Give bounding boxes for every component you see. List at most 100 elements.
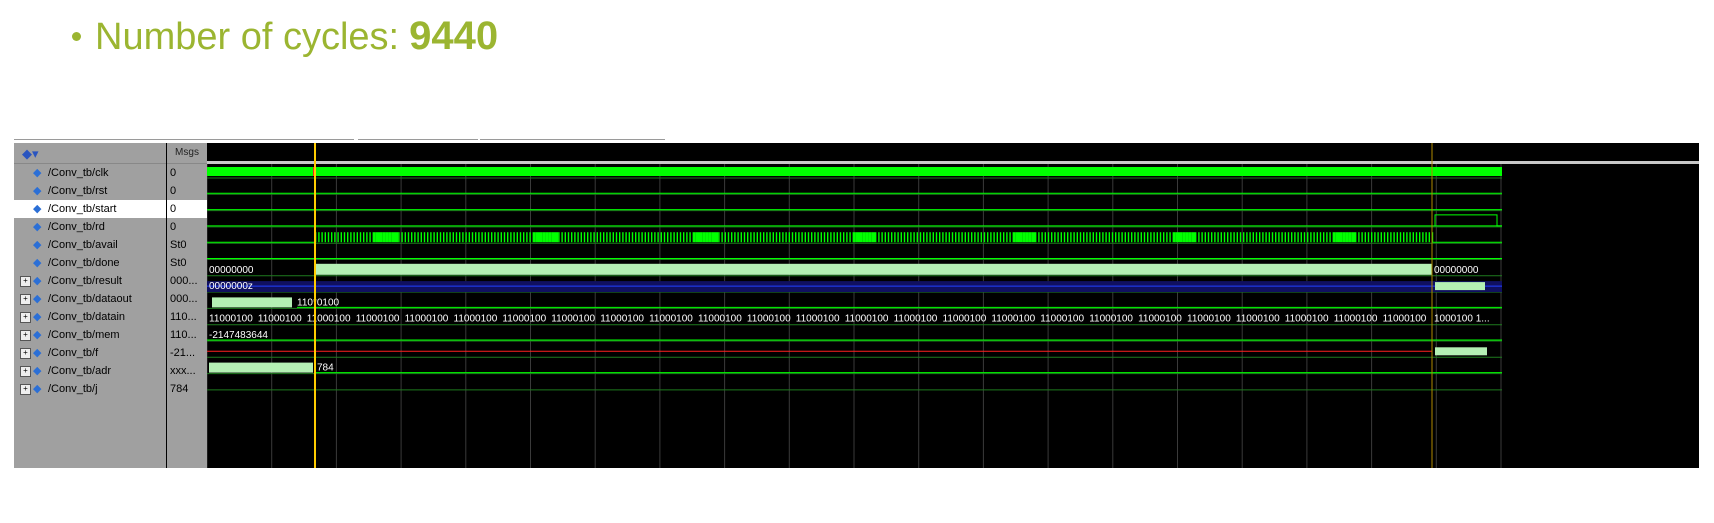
expand-icon[interactable]: + [20,329,31,341]
avail-pulse [1383,232,1386,243]
expand-icon[interactable]: + [20,347,31,359]
avail-pulse [577,232,579,243]
avail-pulse [1351,232,1355,243]
avail-pulse [939,232,941,243]
waveform-icon[interactable]: ◆▾ [22,146,39,162]
avail-pulse [529,232,531,243]
avail-pulse [967,232,970,243]
avail-pulse [494,232,496,243]
avail-pulse [1143,232,1146,243]
waveform-canvas[interactable]: 00000000 00000000 0000000z 110*0100 11000100… [207,143,1699,468]
avail-pulse [958,232,960,243]
avail-pulse [673,232,675,243]
signal-row[interactable]: + ◆ /Conv_tb/adr [14,362,166,380]
avail-pulse [881,232,883,243]
avail-pulse [1348,232,1352,243]
avail-pulse [894,232,896,243]
signal-value: St0 [170,257,187,269]
avail-pulse [1207,232,1210,243]
avail-pulse [385,232,389,243]
signal-name: /Conv_tb/result [48,275,122,287]
avail-pulse [369,232,371,243]
signal-row[interactable]: + ◆ /Conv_tb/datain [14,308,166,326]
avail-pulse [334,232,336,243]
avail-pulse [574,232,576,243]
avail-pulse [1380,232,1382,243]
signal-row[interactable]: ◆ /Conv_tb/rst [14,182,166,200]
signal-name: /Conv_tb/rd [48,221,105,233]
mem-cell-label: 11000100 [698,314,742,325]
signal-row[interactable]: + ◆ /Conv_tb/j [14,380,166,398]
avail-pulse [567,232,570,243]
avail-pulse [388,232,392,243]
avail-pulse [462,232,464,243]
avail-pulse [999,232,1002,243]
avail-pulse [609,232,611,243]
signal-row[interactable]: + ◆ /Conv_tb/result [14,272,166,290]
avail-pulse [1019,232,1023,243]
dataout-burst [1435,282,1485,291]
avail-pulse [750,232,752,243]
avail-pulse [935,232,938,243]
avail-pulse [862,232,866,243]
signal-row[interactable]: ◆ /Conv_tb/rd [14,218,166,236]
avail-pulse [417,232,419,243]
avail-pulse [1134,232,1136,243]
avail-pulse [366,232,368,243]
avail-pulse [523,232,525,243]
avail-pulse [731,232,733,243]
avail-pulse [839,232,842,243]
f-value-label: -2147483644 [209,330,268,341]
avail-pulse [619,232,621,243]
expand-icon[interactable]: + [20,365,31,377]
avail-pulse [625,232,627,243]
avail-pulse [1403,232,1405,243]
avail-pulse [1329,232,1331,243]
avail-pulse [414,232,416,243]
avail-pulse [356,232,358,243]
signal-diamond-icon: ◆ [33,203,42,216]
avail-pulse [1265,232,1267,243]
avail-pulse [1412,232,1414,243]
avail-pulse [1249,232,1251,243]
expand-icon[interactable]: + [20,383,31,395]
avail-pulse [1169,232,1171,243]
decor-line [14,139,354,140]
signal-row[interactable]: + ◆ /Conv_tb/f [14,344,166,362]
j-bus [209,362,313,373]
avail-pulse [1342,232,1346,243]
avail-pulse [1323,232,1325,243]
avail-pulse [795,232,797,243]
avail-pulse [644,232,646,243]
signal-row[interactable]: ◆ /Conv_tb/done [14,254,166,272]
avail-pulse [804,232,806,243]
avail-pulse [734,232,736,243]
signal-row[interactable]: ◆ /Conv_tb/clk [14,164,166,182]
signal-row[interactable]: ◆ /Conv_tb/avail [14,236,166,254]
avail-pulse [987,232,989,243]
expand-icon[interactable]: + [20,275,31,287]
avail-pulse [772,232,774,243]
signal-row[interactable]: + ◆ /Conv_tb/mem [14,326,166,344]
signal-row[interactable]: ◆ /Conv_tb/start [14,200,166,218]
avail-pulse [1025,232,1029,243]
expand-icon[interactable]: + [20,293,31,305]
avail-pulse [1150,232,1152,243]
signal-value: xxx... [170,365,196,377]
signal-value: 0 [167,200,207,218]
avail-pulse [961,232,963,243]
avail-pulse [769,232,771,243]
avail-pulse [1185,232,1189,243]
avail-pulse [593,232,595,243]
signal-name: /Conv_tb/start [48,203,117,215]
avail-pulse [1003,232,1005,243]
avail-pulse [865,232,869,243]
signal-diamond-icon: ◆ [33,293,42,306]
avail-pulse [1415,232,1418,243]
signal-name: /Conv_tb/j [48,383,98,395]
waveform-plot[interactable]: 00000000 00000000 0000000z 110*0100 11000100… [207,143,1699,468]
avail-pulse [1131,232,1133,243]
signal-row[interactable]: + ◆ /Conv_tb/dataout [14,290,166,308]
avail-pulse [571,232,573,243]
expand-icon[interactable]: + [20,311,31,323]
